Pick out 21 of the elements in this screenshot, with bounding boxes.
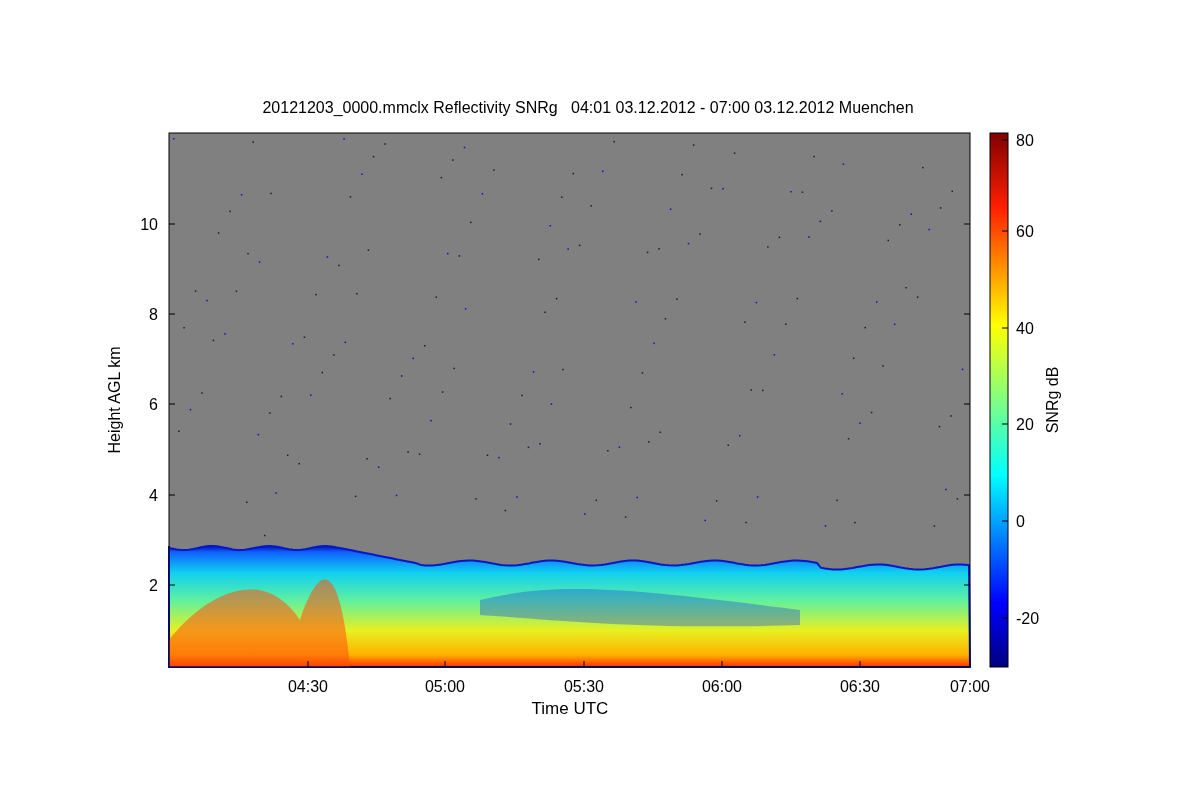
x-tick-label: 05:00 bbox=[425, 678, 465, 695]
colorbar-tick-label: 20 bbox=[1016, 416, 1034, 433]
x-axis-label: Time UTC bbox=[531, 699, 609, 718]
colorbar-tick-label: 0 bbox=[1016, 513, 1025, 530]
y-tick-label: 6 bbox=[149, 396, 158, 413]
x-tick-label: 07:00 bbox=[950, 678, 990, 695]
chart-title: 20121203_0000.mmclx Reflectivity SNRg 04:01 03.12.2012 - 07:00 03.12.2012 Muenchen bbox=[262, 99, 914, 116]
colorbar-tick-label: -20 bbox=[1016, 610, 1040, 627]
colorbar-tick-label: 60 bbox=[1016, 223, 1034, 240]
x-tick-label: 06:00 bbox=[702, 678, 742, 695]
x-tick-label: 04:30 bbox=[288, 678, 328, 695]
y-axis-label: Height AGL km bbox=[106, 346, 123, 454]
x-tick-label: 06:30 bbox=[840, 678, 880, 695]
colorbar-tick-label: 40 bbox=[1016, 320, 1034, 337]
y-tick-label: 10 bbox=[140, 216, 158, 233]
y-tick-label: 2 bbox=[149, 577, 158, 594]
y-tick-label: 8 bbox=[149, 306, 158, 323]
y-tick-label: 4 bbox=[149, 487, 158, 504]
colorbar-label: SNRg dB bbox=[1044, 366, 1061, 434]
x-tick-label: 05:30 bbox=[564, 678, 604, 695]
colorbar-tick-label: 80 bbox=[1016, 132, 1034, 149]
